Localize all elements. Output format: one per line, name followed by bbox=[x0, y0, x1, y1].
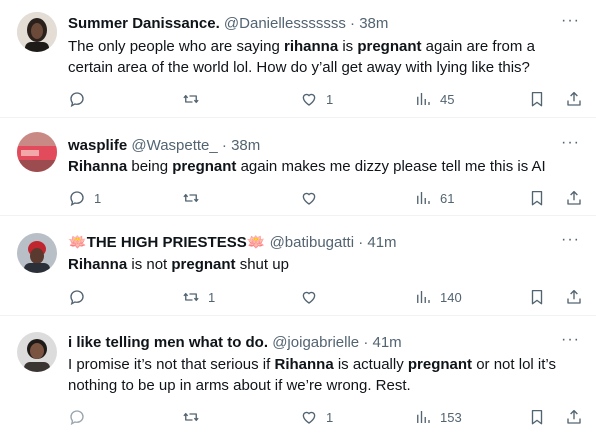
separator-dot: · bbox=[350, 15, 356, 32]
reply-button[interactable] bbox=[68, 407, 94, 427]
tweet-actions: 1 61 bbox=[68, 188, 588, 208]
retweet-icon bbox=[182, 408, 200, 426]
retweet-button[interactable]: 1 bbox=[182, 287, 215, 307]
reply-icon bbox=[68, 288, 86, 306]
display-name[interactable]: wasplife bbox=[68, 137, 127, 154]
views-icon bbox=[414, 90, 432, 108]
share-icon bbox=[565, 189, 583, 207]
timestamp[interactable]: 38m bbox=[359, 15, 388, 32]
reply-icon bbox=[68, 189, 86, 207]
retweet-button[interactable] bbox=[182, 89, 208, 109]
bookmark-icon bbox=[528, 288, 546, 306]
retweet-count: 1 bbox=[208, 289, 216, 305]
bookmark-button[interactable] bbox=[528, 188, 546, 208]
share-icon bbox=[565, 90, 583, 108]
tweet-actions: 1 153 bbox=[68, 407, 588, 427]
avatar[interactable] bbox=[17, 12, 57, 52]
like-count: 1 bbox=[326, 91, 334, 107]
like-icon bbox=[300, 408, 318, 426]
tweet-actions: 1 45 bbox=[68, 89, 588, 109]
reply-button[interactable] bbox=[68, 287, 94, 307]
views-button[interactable]: 153 bbox=[414, 407, 462, 427]
like-button[interactable] bbox=[300, 188, 326, 208]
like-icon bbox=[300, 288, 318, 306]
reply-button[interactable] bbox=[68, 89, 94, 109]
reply-count: 1 bbox=[94, 190, 102, 206]
user-handle[interactable]: @Waspette_ bbox=[131, 137, 217, 154]
retweet-icon bbox=[182, 288, 200, 306]
share-button[interactable] bbox=[565, 287, 583, 307]
retweet-button[interactable] bbox=[182, 407, 208, 427]
tweet[interactable]: 🪷THE HIGH PRIESTESS🪷 @batibugatti · 41m … bbox=[0, 216, 596, 316]
share-button[interactable] bbox=[565, 407, 583, 427]
views-button[interactable]: 140 bbox=[414, 287, 462, 307]
tweet[interactable]: Summer Danissance. @Daniellesssssss · 38… bbox=[0, 0, 596, 118]
bookmark-button[interactable] bbox=[528, 89, 546, 109]
lotus-icon: 🪷 bbox=[68, 234, 87, 251]
more-icon[interactable]: ··· bbox=[561, 12, 580, 30]
retweet-button[interactable] bbox=[182, 188, 208, 208]
share-button[interactable] bbox=[565, 188, 583, 208]
views-button[interactable]: 45 bbox=[414, 89, 454, 109]
separator-dot: · bbox=[363, 334, 369, 351]
timestamp[interactable]: 41m bbox=[373, 334, 402, 351]
reply-icon bbox=[68, 90, 86, 108]
views-icon bbox=[414, 189, 432, 207]
views-count: 153 bbox=[440, 409, 462, 425]
like-icon bbox=[300, 90, 318, 108]
tweet-text: Rihanna is not pregnant shut up bbox=[68, 256, 289, 273]
timestamp[interactable]: 41m bbox=[367, 234, 396, 251]
views-count: 140 bbox=[440, 289, 462, 305]
timestamp[interactable]: 38m bbox=[231, 137, 260, 154]
tweet-header: wasplife @Waspette_ · 38m bbox=[68, 136, 260, 156]
bookmark-button[interactable] bbox=[528, 287, 546, 307]
share-button[interactable] bbox=[565, 89, 583, 109]
bookmark-icon bbox=[528, 90, 546, 108]
tweet-header: Summer Danissance. @Daniellesssssss · 38… bbox=[68, 14, 388, 34]
separator-dot: · bbox=[358, 234, 364, 251]
display-name[interactable]: Summer Danissance. bbox=[68, 15, 220, 32]
tweet-text: Rihanna being pregnant again makes me di… bbox=[68, 158, 546, 175]
more-icon[interactable]: ··· bbox=[561, 331, 580, 349]
views-icon bbox=[414, 408, 432, 426]
like-count: 1 bbox=[326, 409, 334, 425]
retweet-icon bbox=[182, 90, 200, 108]
user-handle[interactable]: @Daniellesssssss bbox=[224, 15, 346, 32]
avatar[interactable] bbox=[17, 233, 57, 273]
share-icon bbox=[565, 408, 583, 426]
user-handle[interactable]: @batibugatti bbox=[270, 234, 354, 251]
share-icon bbox=[565, 288, 583, 306]
like-icon bbox=[300, 189, 318, 207]
bookmark-icon bbox=[528, 189, 546, 207]
bookmark-icon bbox=[528, 408, 546, 426]
like-button[interactable]: 1 bbox=[300, 407, 333, 427]
views-count: 45 bbox=[440, 91, 455, 107]
reply-button[interactable]: 1 bbox=[68, 188, 101, 208]
user-handle[interactable]: @joigabrielle bbox=[272, 334, 359, 351]
tweet[interactable]: wasplife @Waspette_ · 38m ··· Rihanna be… bbox=[0, 118, 596, 216]
separator-dot: · bbox=[221, 137, 227, 154]
views-icon bbox=[414, 288, 432, 306]
tweet-header: i like telling men what to do. @joigabri… bbox=[68, 333, 402, 353]
more-icon[interactable]: ··· bbox=[561, 134, 580, 152]
lotus-icon: 🪷 bbox=[246, 234, 266, 251]
reply-icon bbox=[68, 408, 86, 426]
tweet-actions: 1 140 bbox=[68, 287, 588, 307]
views-button[interactable]: 61 bbox=[414, 188, 454, 208]
tweet-text: I promise it’s not that serious if Rihan… bbox=[68, 356, 556, 394]
tweet-header: 🪷THE HIGH PRIESTESS🪷 @batibugatti · 41m bbox=[68, 233, 397, 253]
tweet[interactable]: i like telling men what to do. @joigabri… bbox=[0, 316, 596, 437]
like-button[interactable]: 1 bbox=[300, 89, 333, 109]
more-icon[interactable]: ··· bbox=[561, 231, 580, 249]
display-name[interactable]: THE HIGH PRIESTESS bbox=[87, 234, 247, 251]
tweet-text: The only people who are saying rihanna i… bbox=[68, 38, 535, 76]
retweet-icon bbox=[182, 189, 200, 207]
views-count: 61 bbox=[440, 190, 455, 206]
avatar[interactable] bbox=[17, 132, 57, 172]
display-name[interactable]: i like telling men what to do. bbox=[68, 334, 268, 351]
avatar[interactable] bbox=[17, 332, 57, 372]
bookmark-button[interactable] bbox=[528, 407, 546, 427]
like-button[interactable] bbox=[300, 287, 326, 307]
